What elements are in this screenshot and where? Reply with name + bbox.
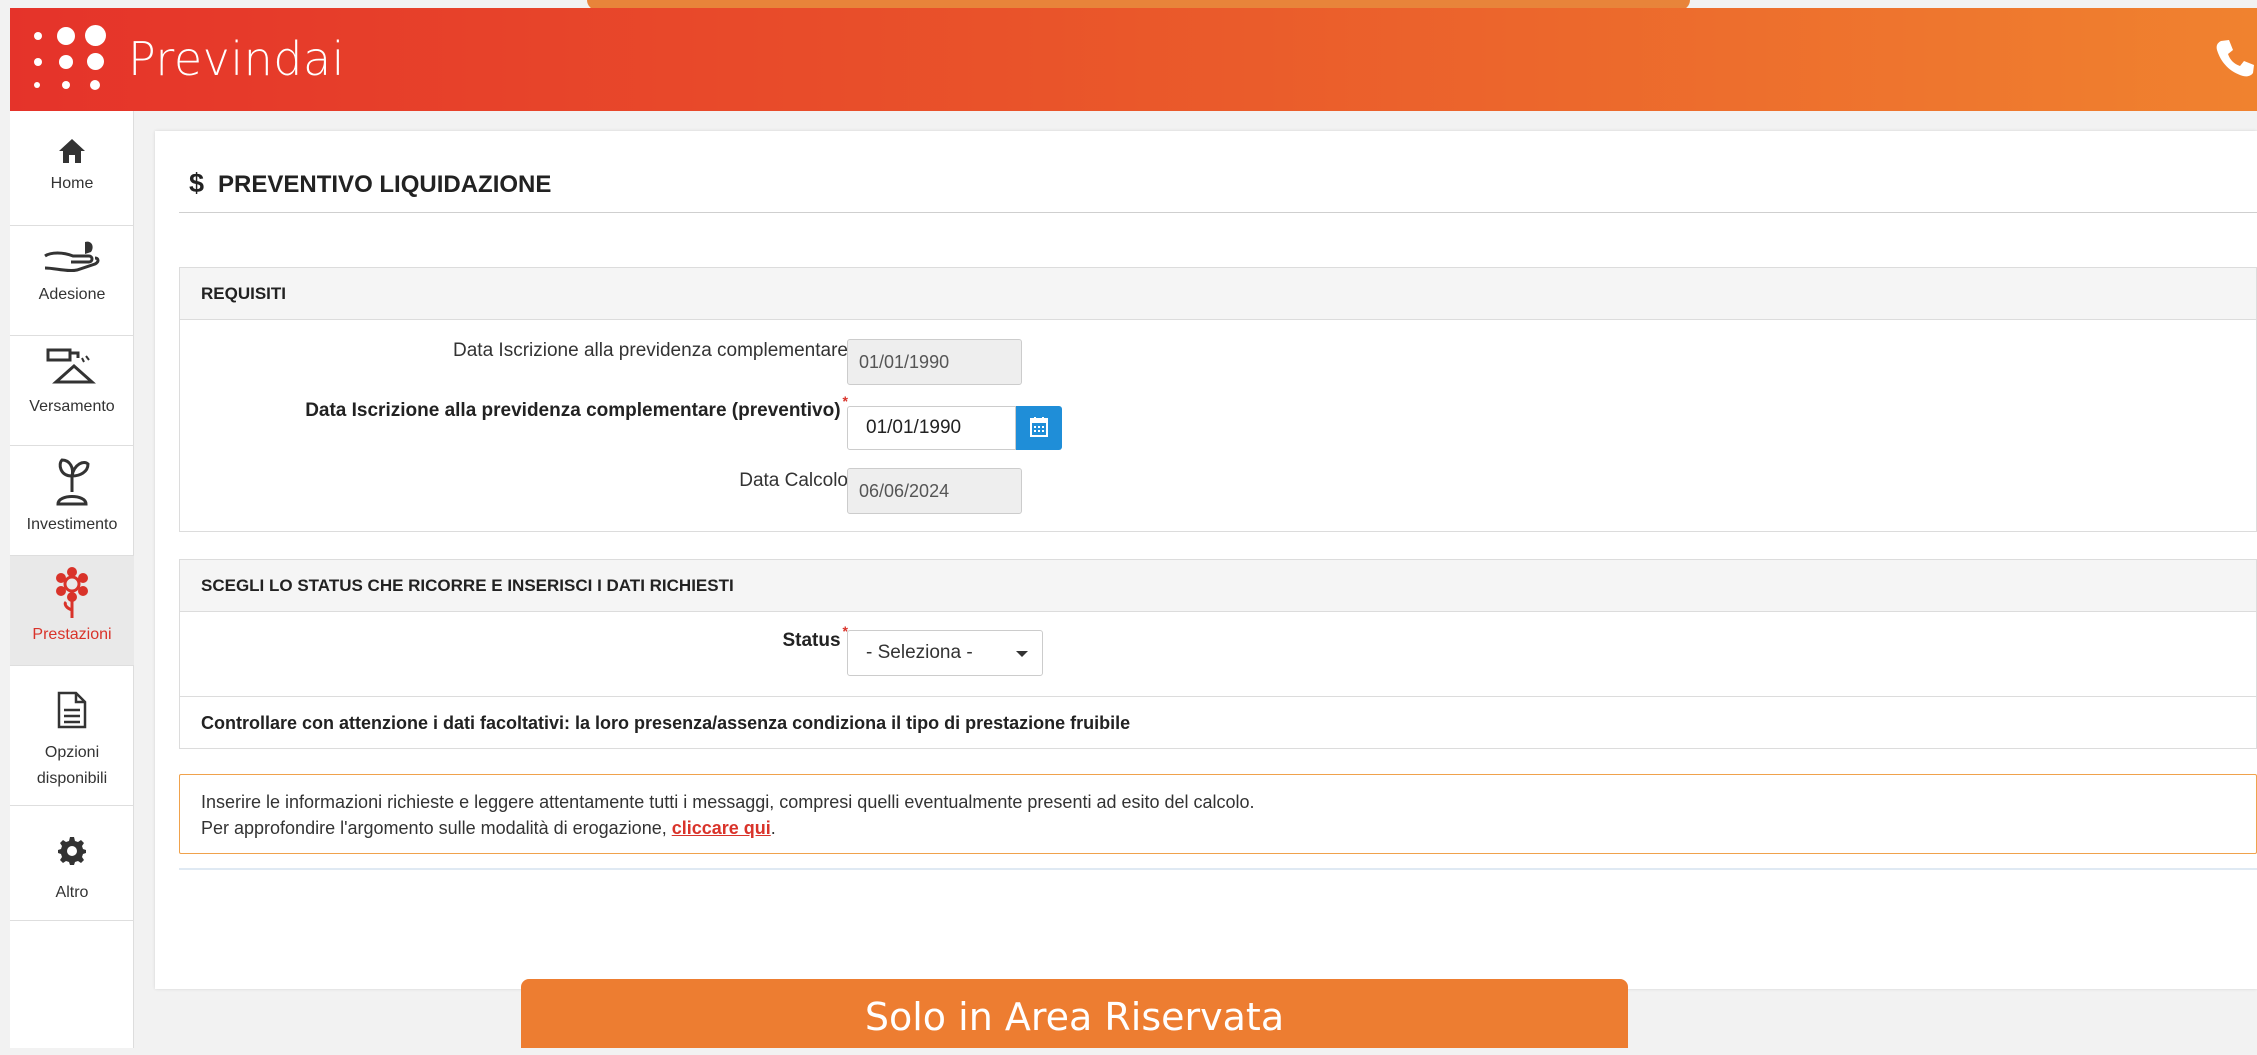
sidebar-item-prestazioni[interactable]: Prestazioni [10,556,134,666]
dollar-icon: $ [189,168,205,198]
data-iscrizione-preventivo-input[interactable]: 01/01/1990 [847,406,1016,450]
facoltativi-note: Controllare con attenzione i dati facolt… [180,696,2256,748]
cliccare-qui-link[interactable]: cliccare qui [672,818,771,838]
hand-icon [44,241,100,273]
home-icon [59,139,85,163]
info-line-2: Per approfondire l'argomento sulle modal… [201,815,2256,841]
area-riservata-banner: Solo in Area Riservata [521,979,1628,1048]
info-line-1: Inserire le informazioni richieste e leg… [201,792,1255,812]
flower-icon [56,567,88,618]
info-line-2-text: Per approfondire l'argomento sulle modal… [201,818,672,838]
sprout-icon [56,458,90,506]
sidebar-item-opzioni-disponibili[interactable]: Opzioni disponibili [10,666,134,806]
info-line-2-suffix: . [770,818,776,838]
sidebar-item-label: Altro [55,884,89,901]
sidebar-item-label: Prestazioni [32,626,112,643]
sidebar-item-label-2: disponibili [36,770,108,787]
page-title-text: PREVENTIVO LIQUIDAZIONE [218,171,552,198]
status-heading: SCEGLI LO STATUS CHE RICORRE E INSERISCI… [180,560,2256,612]
requisiti-panel: REQUISITI Data Iscrizione alla previdenz… [179,267,2257,532]
sidebar-item-label: Opzioni [44,744,100,761]
requisiti-heading: REQUISITI [180,268,2256,320]
status-panel: SCEGLI LO STATUS CHE RICORRE E INSERISCI… [179,559,2257,749]
deposit-icon [46,348,96,384]
sidebar-item-label: Versamento [29,398,115,415]
sidebar-item-altro[interactable]: Altro [10,806,134,921]
data-calcolo-label: Data Calcolo [739,470,848,491]
status-select-value: - Seleziona - [866,642,973,663]
sidebar-item-investimento[interactable]: Investimento [10,446,134,556]
status-select[interactable]: - Seleziona - [847,630,1043,676]
document-icon [57,691,87,729]
sidebar-item-label: Investimento [26,516,118,533]
calendar-icon [1030,417,1048,437]
previndai-logo-icon [32,22,122,102]
calendar-button[interactable] [1016,406,1062,450]
status-label-text: Status [782,630,841,651]
sidebar-item-home[interactable]: Home [10,111,134,226]
data-iscrizione-label: Data Iscrizione alla previdenza compleme… [453,340,848,361]
phone-icon[interactable] [2213,36,2257,80]
data-iscrizione-preventivo-label-text: Data Iscrizione alla previdenza compleme… [305,400,841,421]
sidebar-item-label: Adesione [38,286,106,303]
data-iscrizione-field: 01/01/1990 [847,339,1022,385]
brand-name: Previndai [128,32,345,86]
section-divider [179,868,2257,870]
main-panel: $ PREVENTIVO LIQUIDAZIONE REQUISITI Data … [155,131,2257,989]
page-title: $ PREVENTIVO LIQUIDAZIONE [189,168,551,199]
sidebar-item-adesione[interactable]: Adesione [10,226,134,336]
title-divider [179,212,2257,213]
sidebar: Home Adesione Versamento Investimento Pr… [10,111,134,1048]
sidebar-item-label: Home [50,175,94,192]
chevron-down-icon [1016,651,1028,657]
status-label: Status * [180,623,848,652]
app-header: Previndai [10,8,2257,111]
sidebar-item-versamento[interactable]: Versamento [10,336,134,446]
data-calcolo-field: 06/06/2024 [847,468,1022,514]
gear-icon [58,837,86,865]
info-box: Inserire le informazioni richieste e leg… [179,774,2257,854]
data-iscrizione-preventivo-label: Data Iscrizione alla previdenza compleme… [180,393,848,422]
